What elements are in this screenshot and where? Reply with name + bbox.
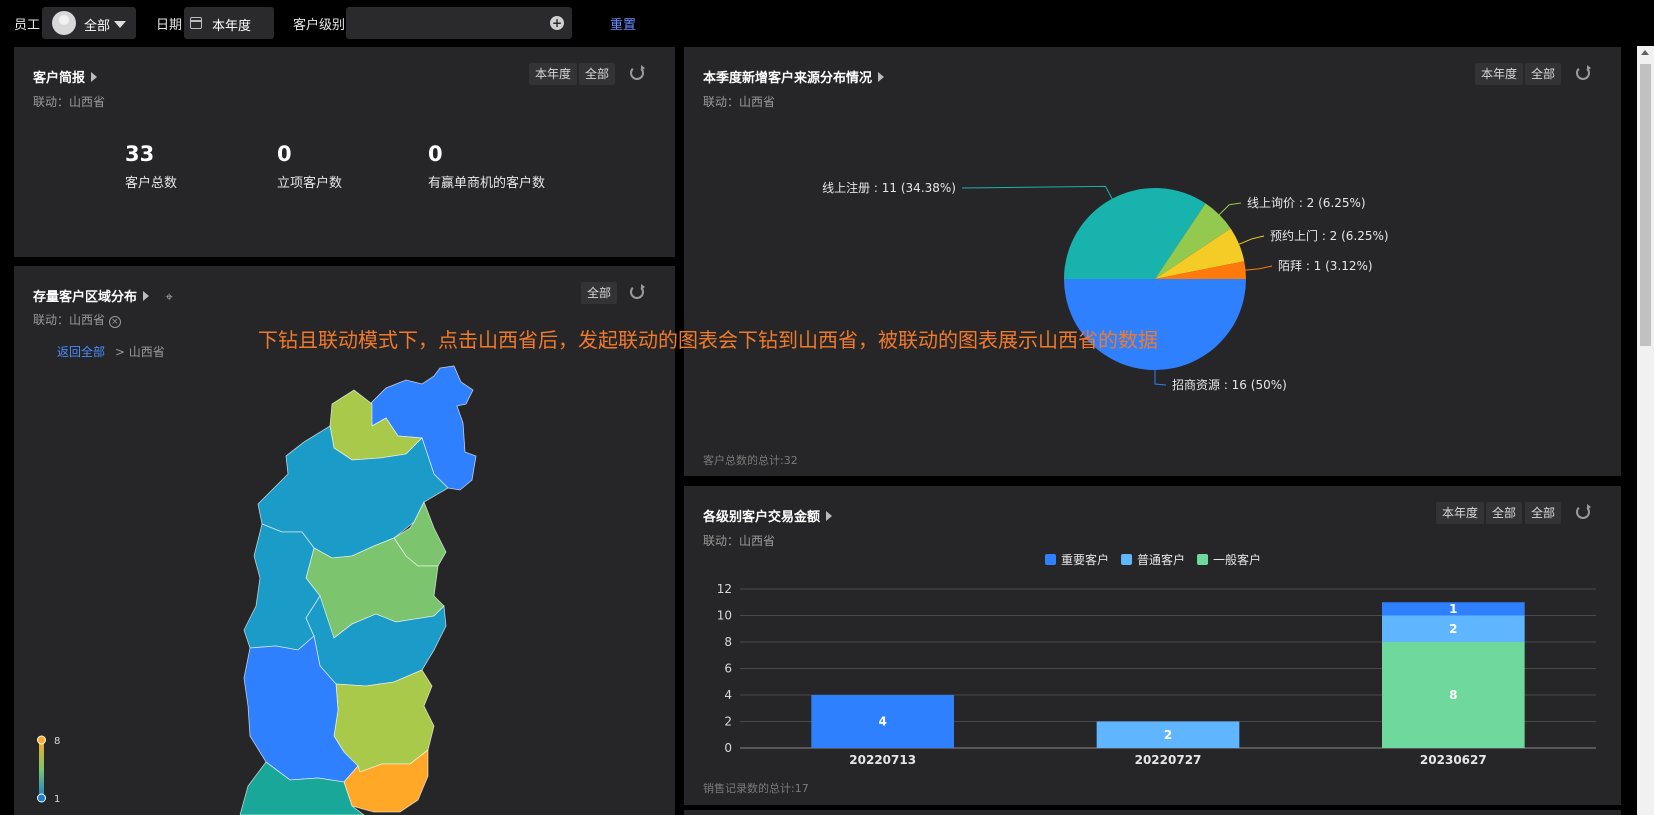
bar-value-label: 4	[878, 715, 886, 729]
pie-label-line	[1245, 265, 1273, 271]
date-picker-value: 本年度	[212, 19, 252, 34]
y-tick-label: 0	[724, 741, 732, 755]
chevron-down-icon	[114, 21, 126, 28]
employee-select-value: 全部	[84, 19, 111, 34]
pie-slice-label: 线上注册 : 11 (34.38%)	[822, 180, 956, 195]
footer-total: 销售记录数的总计:17	[703, 782, 809, 795]
pie-slice-label: 招商资源 : 16 (50%)	[1172, 377, 1287, 392]
y-tick-label: 6	[724, 662, 732, 676]
kpi-total-customers: 33 客户总数	[125, 142, 177, 191]
legend-item-label[interactable]: 重要客户	[1061, 552, 1109, 567]
pie-slice[interactable]	[1064, 279, 1246, 370]
visualmap-handle-max[interactable]	[37, 735, 46, 745]
y-tick-label: 10	[717, 609, 732, 623]
legend-item-label[interactable]: 一般客户	[1213, 552, 1261, 567]
panel-region-map: 存量客户区域分布 ⌖ 联动：山西省 × 全部 返回全部 > 山西省 8 1	[14, 266, 675, 815]
x-tick-label: 20220713	[849, 753, 916, 767]
legend-swatch[interactable]	[1045, 554, 1056, 565]
kpi-label: 有赢单商机的客户数	[428, 176, 546, 191]
visualmap-handle-min[interactable]	[37, 793, 46, 803]
filter-bar: 员工 全部 日期 本年度 客户级别 + 重置	[0, 0, 1654, 46]
date-label: 日期	[156, 18, 183, 33]
pie-label-line	[1218, 202, 1242, 216]
pie-label-line	[961, 185, 1113, 199]
bar-value-label: 1	[1449, 602, 1457, 616]
visualmap-min-label: 1	[54, 794, 60, 805]
refresh-icon[interactable]	[630, 65, 645, 80]
y-tick-label: 12	[717, 582, 732, 596]
kpi-label: 客户总数	[125, 176, 178, 191]
chip-scope[interactable]: 全部	[579, 63, 616, 85]
panel-source-distribution: 本季度新增客户来源分布情况 联动：山西省 本年度 全部 线上注册 : 11 (3…	[684, 47, 1621, 476]
kpi-value: 0	[277, 142, 292, 166]
y-tick-label: 2	[724, 715, 732, 729]
footer-total: 客户总数的总计:32	[703, 454, 798, 467]
bar-chart: 0 2 4 6 8 10 12 4 20220713 2 20220727 8 2 1 20230627 重要…	[717, 552, 1596, 767]
calendar-icon	[190, 17, 202, 29]
y-tick-label: 4	[724, 688, 732, 702]
legend-swatch[interactable]	[1197, 554, 1209, 565]
kpi-label: 立项客户数	[277, 176, 343, 191]
date-picker[interactable]: 本年度	[184, 7, 274, 39]
pie-chart: 线上注册 : 11 (34.38%) 线上询价 : 2 (6.25%) 预约上门 :…	[822, 180, 1389, 392]
bar-value-label: 8	[1449, 688, 1457, 702]
pie-label-line	[1238, 235, 1265, 245]
kpi-value: 33	[125, 142, 155, 166]
scroll-up-icon[interactable]	[1641, 50, 1649, 55]
bar-value-label: 2	[1164, 728, 1172, 742]
panel-next-edge	[684, 810, 1621, 815]
x-tick-label: 20230627	[1420, 753, 1487, 767]
y-tick-label: 8	[724, 635, 732, 649]
pie-slice-label: 线上询价 : 2 (6.25%)	[1247, 196, 1366, 210]
bar-value-label: 2	[1449, 622, 1457, 636]
avatar	[52, 11, 76, 35]
shanxi-map: 8 1	[37, 365, 477, 815]
visualmap-bar[interactable]	[39, 739, 44, 799]
linkage-label: 联动：山西省	[33, 95, 106, 109]
panel-title-text: 客户简报	[33, 71, 86, 86]
pie-label-line	[1154, 370, 1167, 386]
caret-right-icon[interactable]	[91, 72, 98, 82]
legend-item-label[interactable]: 普通客户	[1137, 552, 1185, 567]
kpi-won-opportunity-customers: 0 有赢单商机的客户数	[428, 142, 545, 191]
pie-slice-label: 陌拜 : 1 (3.12%)	[1278, 259, 1373, 273]
panel-transaction-amount: 各级别客户交易金额 联动：山西省 本年度 全部 全部 0 2 4 6 8 10 12 4 202…	[684, 486, 1621, 805]
panel-customer-summary: 客户简报 联动：山西省 本年度 全部 33 客户总数 0 立项客户数 0 有赢单…	[14, 47, 675, 257]
reset-button[interactable]: 重置	[610, 14, 636, 33]
map-region	[243, 523, 321, 651]
page-scrollbar[interactable]	[1637, 46, 1654, 815]
visualmap-max-label: 8	[54, 736, 60, 747]
customer-level-select[interactable]: +	[346, 7, 572, 39]
kpi-value: 0	[428, 142, 443, 166]
kpi-project-customers: 0 立项客户数	[277, 142, 342, 191]
customer-level-label: 客户级别	[293, 18, 346, 33]
x-tick-label: 20220727	[1135, 753, 1202, 767]
panel-title[interactable]: 客户简报	[33, 67, 98, 86]
legend-swatch[interactable]	[1121, 554, 1133, 565]
employee-select[interactable]: 全部	[42, 7, 136, 39]
add-icon[interactable]: +	[550, 16, 564, 30]
scroll-thumb[interactable]	[1640, 64, 1651, 346]
pie-slice-label: 预约上门 : 2 (6.25%)	[1270, 228, 1389, 243]
chip-period[interactable]: 本年度	[529, 63, 578, 85]
employee-label: 员工	[14, 18, 41, 33]
